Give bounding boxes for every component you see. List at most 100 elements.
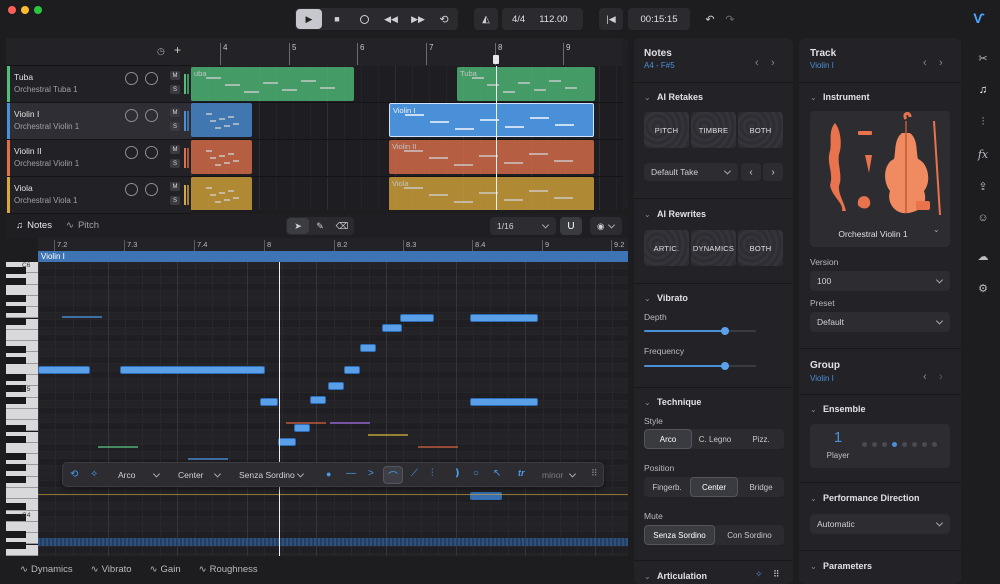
articulation-add-icon[interactable]: ✧	[755, 569, 763, 580]
performance-chevron-icon[interactable]: ⌄	[810, 494, 817, 503]
drag-handle-icon[interactable]: ⠿	[591, 468, 598, 479]
track-header-0[interactable]: Tuba Orchestral Tuba 1 MS	[7, 66, 191, 103]
clip[interactable]: Violin II	[389, 140, 594, 174]
mute-select[interactable]: Senza Sordino	[232, 466, 311, 484]
black-key[interactable]	[6, 476, 26, 483]
region-bar[interactable]: Violin I	[38, 251, 628, 262]
note[interactable]	[120, 366, 265, 374]
lane-tab-roughness[interactable]: ∿ Roughness	[199, 564, 258, 575]
position-center-option[interactable]: Center	[690, 477, 738, 497]
rail-export-button[interactable]: ⇪	[966, 174, 1000, 198]
position-select[interactable]: Center	[171, 466, 228, 484]
fast-forward-button[interactable]: ▶▶	[405, 9, 431, 29]
minimize-window-button[interactable]	[21, 6, 29, 14]
lane-tab-gain[interactable]: ∿ Gain	[150, 564, 181, 575]
black-key[interactable]	[6, 346, 26, 353]
black-key[interactable]	[6, 278, 26, 285]
articulation-select[interactable]: Arco	[111, 466, 167, 484]
rail-cloud-button[interactable]: ☁	[966, 244, 1000, 268]
slur-button[interactable]: ⌒	[383, 466, 403, 484]
parameters-chevron-icon[interactable]: ⌄	[810, 562, 817, 571]
black-key[interactable]	[6, 397, 26, 404]
rail-mixer-button[interactable]: ⫶	[966, 110, 1000, 134]
black-key[interactable]	[6, 503, 26, 510]
tenuto-icon[interactable]: —	[346, 468, 356, 479]
version-select[interactable]: 100	[810, 271, 950, 291]
stop-button[interactable]: ■	[324, 9, 350, 29]
reset-icon[interactable]: ⟲	[70, 469, 78, 480]
note[interactable]	[310, 396, 326, 404]
player-dot[interactable]	[882, 442, 887, 447]
black-key[interactable]	[6, 374, 26, 381]
technique-chevron-icon[interactable]: ⌄	[644, 398, 651, 407]
scoop-icon[interactable]: ↖	[493, 468, 501, 479]
retake-pitch-button[interactable]: PITCH	[644, 112, 689, 148]
rail-ai-button[interactable]: ☺	[966, 206, 1000, 230]
next-track-button[interactable]: ›	[939, 57, 943, 69]
instrument-card[interactable]: Orchestral Violin 1 ⌄	[810, 111, 950, 247]
style-pizz-option[interactable]: Pizz.	[738, 429, 784, 449]
editor-ruler[interactable]: 7.2 7.3 7.4 8 8.2 8.3 8.4 9 9.2	[38, 238, 628, 260]
time-signature[interactable]: 4/4	[512, 14, 525, 25]
depth-slider-knob[interactable]	[720, 327, 729, 335]
solo-track-button[interactable]: S	[170, 196, 180, 205]
metronome-button[interactable]: ◭	[474, 8, 498, 30]
note[interactable]	[400, 314, 434, 322]
white-key[interactable]	[6, 488, 38, 500]
clip[interactable]	[191, 103, 252, 137]
rewrite-artic-button[interactable]: ARTIC.	[644, 230, 689, 266]
prev-group-button[interactable]: ‹	[923, 371, 927, 383]
black-key[interactable]	[6, 531, 26, 538]
piano-roll-grid[interactable]	[38, 262, 628, 556]
glide-icon[interactable]: ⟋	[411, 468, 418, 479]
ai-rewrites-chevron-icon[interactable]: ⌄	[644, 210, 651, 219]
volume-knob[interactable]	[125, 183, 138, 196]
pencil-tool-button[interactable]: ✎	[309, 218, 331, 234]
instrument-expand-icon[interactable]: ⌄	[933, 225, 940, 234]
clip[interactable]: Tuba	[457, 67, 595, 101]
redo-button[interactable]: ↷	[722, 11, 738, 27]
close-window-button[interactable]	[8, 6, 16, 14]
track-header-1[interactable]: Violin I Orchestral Violin 1 MS	[7, 103, 191, 140]
zoom-window-button[interactable]	[34, 6, 42, 14]
quantize-select[interactable]: 1/16	[490, 217, 556, 235]
prev-track-button[interactable]: ‹	[923, 57, 927, 69]
retake-both-button[interactable]: BOTH	[738, 112, 783, 148]
view-options-select[interactable]: ◉	[590, 217, 622, 235]
position-fingerboard-option[interactable]: Fingerb.	[644, 477, 690, 497]
mute-track-button[interactable]: M	[170, 71, 180, 80]
black-key[interactable]	[6, 306, 26, 313]
player-dot[interactable]	[912, 442, 917, 447]
clip[interactable]	[191, 140, 252, 174]
articulation-grid-icon[interactable]: ⠿	[773, 569, 780, 580]
black-key[interactable]	[6, 357, 26, 364]
timer-icon[interactable]: ◷	[157, 46, 165, 57]
black-key[interactable]	[6, 464, 26, 471]
volume-knob[interactable]	[125, 146, 138, 159]
tempo-value[interactable]: 112.00	[539, 14, 567, 25]
clip[interactable]: uba	[191, 67, 354, 101]
next-note-button[interactable]: ›	[771, 57, 775, 69]
loop-button[interactable]: ⟲	[431, 9, 457, 29]
rail-settings-button[interactable]: ⚙	[966, 276, 1000, 300]
mute-senza-option[interactable]: Senza Sordino	[644, 525, 715, 545]
player-dot[interactable]	[892, 442, 897, 447]
lane-tab-dynamics[interactable]: ∿ Dynamics	[20, 564, 73, 575]
lane-tab-vibrato[interactable]: ∿ Vibrato	[91, 564, 132, 575]
play-button[interactable]: ▶	[296, 9, 322, 29]
add-track-button[interactable]: +	[174, 43, 181, 57]
pan-knob[interactable]	[145, 72, 158, 85]
note[interactable]	[382, 324, 402, 332]
player-dot[interactable]	[932, 442, 937, 447]
style-col-legno-option[interactable]: C. Legno	[692, 429, 738, 449]
clip[interactable]: Violin I	[389, 103, 594, 137]
note[interactable]	[294, 424, 310, 432]
instrument-chevron-icon[interactable]: ⌄	[810, 93, 817, 102]
solo-track-button[interactable]: S	[170, 122, 180, 131]
tempo-display[interactable]: 4/4 112.00	[502, 8, 583, 30]
rail-notes-button[interactable]: ♫	[966, 78, 1000, 102]
player-count[interactable]: 1	[826, 429, 850, 446]
dot-articulation-icon[interactable]: ●	[326, 469, 331, 479]
note[interactable]	[38, 366, 90, 374]
arrangement-grid[interactable]: uba Tuba Violin I Violin II Viola	[191, 66, 623, 210]
